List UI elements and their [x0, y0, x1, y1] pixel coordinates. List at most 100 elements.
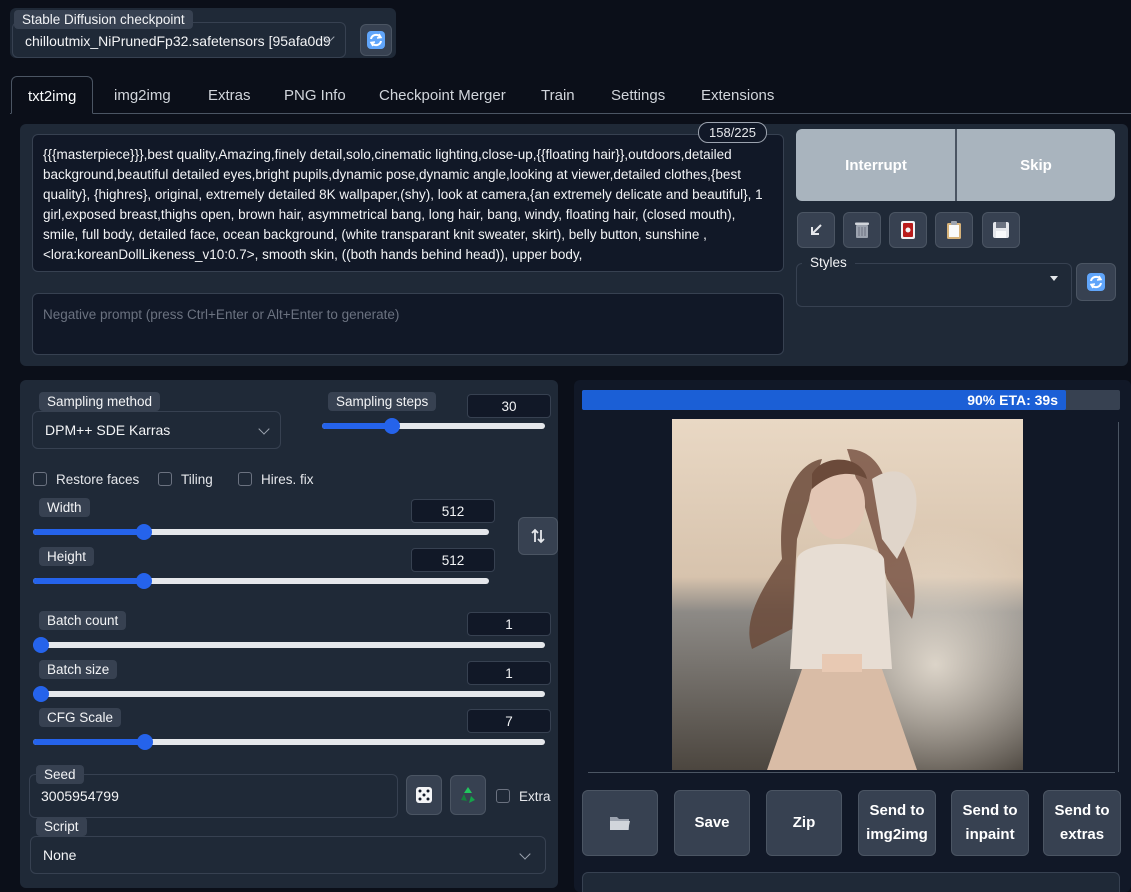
interrupt-button[interactable]: Interrupt	[796, 129, 956, 201]
gallery-scrollbar[interactable]	[1118, 422, 1119, 772]
script-value: None	[43, 847, 77, 863]
cfg-scale-label: CFG Scale	[39, 708, 122, 727]
send-to-extras-button[interactable]: Send to extras	[1043, 790, 1121, 856]
width-input[interactable]: 512	[411, 499, 495, 523]
progress-bar: 90% ETA: 39s	[582, 390, 1120, 410]
skip-button[interactable]: Skip	[957, 129, 1115, 201]
seed-input[interactable]: 3005954799	[29, 774, 398, 818]
tab-png-info[interactable]: PNG Info	[268, 76, 362, 114]
progress-text: 90% ETA: 39s	[967, 392, 1058, 408]
checkpoint-label: Stable Diffusion checkpoint	[14, 10, 193, 29]
sampling-steps-label: Sampling steps	[328, 392, 437, 411]
swap-dimensions-button[interactable]	[518, 517, 558, 555]
trash-icon	[855, 222, 869, 238]
tiling-label: Tiling	[181, 472, 213, 487]
send-to-inpaint-line1: Send to	[962, 802, 1018, 819]
clear-prompt-button[interactable]	[843, 212, 881, 248]
generated-image-preview	[672, 419, 1023, 770]
read-params-button[interactable]	[797, 212, 835, 248]
swap-arrows-icon	[531, 528, 545, 544]
slider-fill	[33, 739, 141, 745]
tab-img2img[interactable]: img2img	[98, 76, 187, 114]
script-select[interactable]: None	[30, 836, 546, 874]
sampling-method-select[interactable]: DPM++ SDE Karras	[32, 411, 281, 449]
batch-count-input[interactable]: 1	[467, 612, 551, 636]
gallery-divider	[588, 772, 1115, 773]
negative-prompt-placeholder: Negative prompt (press Ctrl+Enter or Alt…	[43, 307, 400, 322]
slider-fill	[322, 423, 389, 429]
sampling-steps-slider[interactable]	[322, 418, 545, 434]
batch-count-slider[interactable]	[33, 637, 545, 653]
dice-icon	[416, 787, 432, 803]
styles-refresh-button[interactable]	[1076, 263, 1116, 301]
card-icon	[901, 221, 915, 239]
slider-fill	[33, 529, 141, 535]
tab-checkpoint-merger[interactable]: Checkpoint Merger	[363, 76, 522, 114]
extra-seed-label: Extra	[519, 789, 551, 804]
refresh-icon	[367, 31, 385, 49]
tab-train[interactable]: Train	[525, 76, 591, 114]
apply-style-button[interactable]	[935, 212, 973, 248]
chevron-down-icon	[519, 848, 531, 860]
floppy-disk-icon	[993, 222, 1009, 238]
send-to-extras-label: Send to extras	[1055, 799, 1110, 847]
save-style-button[interactable]	[982, 212, 1020, 248]
tab-extensions[interactable]: Extensions	[685, 76, 790, 114]
random-seed-button[interactable]	[406, 775, 442, 815]
caret-down-icon	[1050, 276, 1058, 281]
checkpoint-refresh-button[interactable]	[360, 24, 392, 56]
send-to-inpaint-button[interactable]: Send to inpaint	[951, 790, 1029, 856]
extra-seed-checkbox[interactable]	[496, 789, 510, 803]
seed-value: 3005954799	[41, 788, 119, 804]
send-to-img2img-line2: img2img	[866, 826, 928, 843]
open-folder-button[interactable]	[582, 790, 658, 856]
checkpoint-value: chilloutmix_NiPrunedFp32.safetensors [95…	[25, 33, 331, 49]
sampling-method-label: Sampling method	[39, 392, 161, 411]
script-label: Script	[36, 817, 87, 836]
send-to-inpaint-line2: inpaint	[965, 826, 1015, 843]
recycle-icon	[461, 787, 475, 803]
width-slider[interactable]	[33, 524, 489, 540]
negative-prompt-textarea[interactable]: Negative prompt (press Ctrl+Enter or Alt…	[32, 293, 784, 355]
send-to-extras-line2: extras	[1059, 826, 1105, 843]
batch-count-label: Batch count	[39, 611, 127, 630]
folder-icon	[610, 817, 630, 830]
zip-button[interactable]: Zip	[766, 790, 842, 856]
reuse-seed-button[interactable]	[450, 775, 486, 815]
tab-settings[interactable]: Settings	[595, 76, 681, 114]
height-label: Height	[39, 547, 95, 566]
save-button[interactable]: Save	[674, 790, 750, 856]
slider-fill	[33, 578, 141, 584]
prompt-textarea[interactable]: {{{masterpiece}}},best quality,Amazing,f…	[32, 134, 784, 272]
restore-faces-checkbox[interactable]	[33, 472, 47, 486]
chevron-down-icon	[258, 423, 270, 435]
batch-size-input[interactable]: 1	[467, 661, 551, 685]
batch-size-label: Batch size	[39, 660, 118, 679]
batch-size-slider[interactable]	[33, 686, 545, 702]
send-to-img2img-line1: Send to	[869, 802, 925, 819]
generated-image[interactable]	[672, 419, 1023, 770]
cfg-scale-slider[interactable]	[33, 734, 545, 750]
tab-txt2img[interactable]: txt2img	[11, 76, 94, 114]
styles-label: Styles	[802, 254, 855, 271]
height-input[interactable]: 512	[411, 548, 495, 572]
send-to-img2img-button[interactable]: Send to img2img	[858, 790, 936, 856]
slider-handle[interactable]	[33, 637, 49, 653]
generation-info	[582, 872, 1120, 892]
hires-fix-checkbox[interactable]	[238, 472, 252, 486]
slider-handle[interactable]	[33, 686, 49, 702]
hires-fix-label: Hires. fix	[261, 472, 314, 487]
arrow-down-left-icon	[811, 224, 822, 235]
sampling-method-value: DPM++ SDE Karras	[45, 422, 171, 438]
height-slider[interactable]	[33, 573, 489, 589]
tiling-checkbox[interactable]	[158, 472, 172, 486]
restore-faces-label: Restore faces	[56, 472, 140, 487]
send-to-img2img-label: Send to img2img	[866, 799, 928, 847]
sampling-steps-input[interactable]: 30	[467, 394, 551, 418]
tab-extras[interactable]: Extras	[192, 76, 267, 114]
cfg-scale-input[interactable]: 7	[467, 709, 551, 733]
width-label: Width	[39, 498, 90, 517]
send-to-extras-line1: Send to	[1054, 802, 1110, 819]
show-extra-networks-button[interactable]	[889, 212, 927, 248]
slider-handle[interactable]	[384, 418, 401, 434]
